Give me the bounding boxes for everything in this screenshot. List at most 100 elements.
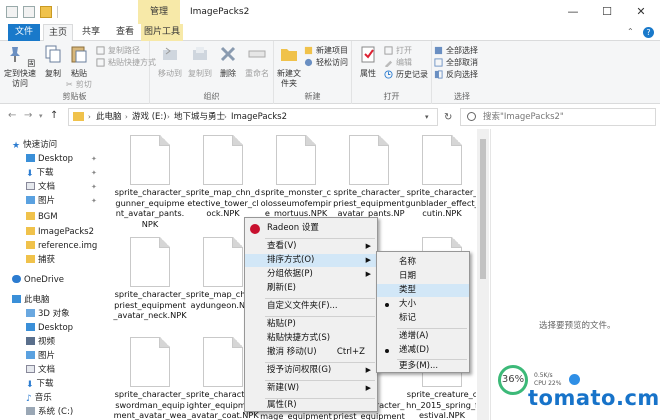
copy-button[interactable]: 复制: [40, 44, 66, 79]
tab-share[interactable]: 共享: [76, 24, 106, 41]
tab-home[interactable]: 主页: [43, 24, 73, 41]
properties-button[interactable]: 属性: [356, 44, 380, 79]
file-thumbnail[interactable]: [189, 133, 257, 185]
collapse-ribbon-icon[interactable]: ⌃: [627, 27, 636, 36]
sort-by-name[interactable]: 名称: [377, 256, 469, 269]
nav-reference-img[interactable]: reference.img: [26, 240, 97, 253]
menu-item-undo-move[interactable]: 撤消 移动(U) Ctrl+Z: [245, 346, 377, 359]
file-thumbnail[interactable]: [262, 133, 330, 185]
nav-system-drive[interactable]: 系统 (C:): [26, 406, 73, 419]
sort-by-type[interactable]: 类型: [377, 284, 469, 297]
select-all-button[interactable]: 全部选择: [434, 45, 478, 56]
forward-arrow-icon[interactable]: →: [24, 110, 32, 121]
nav-this-pc[interactable]: 此电脑: [12, 294, 50, 307]
breadcrumb-drive[interactable]: 游戏 (E:): [132, 109, 167, 125]
up-arrow-icon[interactable]: ↑: [50, 110, 58, 121]
nav-pc-documents[interactable]: 文档: [26, 364, 55, 377]
menu-item-paste[interactable]: 粘贴(P): [245, 318, 377, 331]
open-button[interactable]: 打开: [384, 45, 412, 56]
select-none-button[interactable]: 全部取消: [434, 57, 478, 68]
back-arrow-icon[interactable]: ←: [8, 110, 16, 121]
file-thumbnail[interactable]: [335, 133, 403, 185]
search-input[interactable]: 搜索"ImagePacks2": [460, 108, 656, 126]
manage-context-tab[interactable]: 管理: [138, 0, 180, 24]
performance-meter[interactable]: 36%: [498, 365, 528, 395]
address-bar[interactable]: › 此电脑 › 游戏 (E:) › 地下城与勇士 › ImagePacks2 ▾: [68, 108, 438, 126]
menu-item-radeon-settings[interactable]: Radeon 设置: [245, 222, 377, 235]
sort-by-date[interactable]: 日期: [377, 270, 469, 283]
nav-quick-access[interactable]: ★ 快速访问: [12, 139, 57, 152]
nav-bgm[interactable]: BGM: [26, 211, 58, 224]
address-dropdown-icon[interactable]: ▾: [425, 109, 429, 125]
help-icon[interactable]: ?: [643, 27, 654, 38]
nav-videos[interactable]: 视频: [26, 336, 55, 349]
pin-quick-access-button[interactable]: 固定到快速访问: [4, 44, 36, 89]
new-folder-quick-icon[interactable]: [40, 6, 52, 18]
sort-by-tags[interactable]: 标记: [377, 312, 469, 325]
cut-button[interactable]: ✂ 剪切: [66, 79, 92, 90]
history-button[interactable]: 历史记录: [384, 69, 428, 80]
recent-locations-icon[interactable]: ▾: [39, 112, 43, 120]
nav-pc-pictures[interactable]: 图片: [26, 350, 55, 363]
nav-pictures[interactable]: 图片: [26, 195, 55, 208]
sort-ascending[interactable]: 递增(A): [377, 330, 469, 343]
tab-picture-tools[interactable]: 图片工具: [141, 24, 183, 41]
file-name[interactable]: sprite_map_chn_detective_tower_clock.NPK: [186, 187, 260, 219]
copy-to-button[interactable]: 复制到: [188, 44, 212, 79]
menu-item-give-access[interactable]: 授予访问权限(G) ▶: [245, 364, 377, 377]
file-name[interactable]: sprite_character_priest_equipment_avatar…: [113, 289, 187, 321]
menu-item-paste-shortcut[interactable]: 粘贴快捷方式(S): [245, 332, 377, 345]
nav-capture[interactable]: 捕获: [26, 254, 55, 267]
delete-button[interactable]: 删除: [216, 44, 240, 79]
properties-quick-icon[interactable]: [6, 6, 18, 18]
close-button[interactable]: ✕: [626, 0, 656, 24]
file-thumbnail[interactable]: [116, 133, 184, 185]
nav-imagepacks2[interactable]: ImagePacks2: [26, 226, 94, 239]
file-thumbnail[interactable]: [408, 133, 476, 185]
tab-view[interactable]: 查看: [110, 24, 140, 41]
maximize-button[interactable]: ☐: [592, 0, 622, 24]
breadcrumb-this-pc[interactable]: 此电脑: [96, 109, 122, 125]
copy-path-button[interactable]: 复制路径: [96, 45, 140, 56]
nav-downloads[interactable]: ⬇ 下载: [26, 167, 54, 180]
file-name[interactable]: sprite_character_gunblader_effect_cutin.…: [405, 187, 476, 219]
file-thumbnail[interactable]: [116, 235, 184, 287]
easy-access-button[interactable]: 轻松访问: [304, 57, 348, 68]
menu-item-sort-by[interactable]: 排序方式(O) ▶: [245, 254, 377, 267]
minimize-button[interactable]: —: [558, 0, 588, 24]
scrollbar-thumb[interactable]: [480, 139, 486, 279]
menu-item-view[interactable]: 查看(V) ▶: [245, 240, 377, 253]
rename-button[interactable]: 重命名: [244, 44, 270, 79]
file-name[interactable]: sprite_creature_chn_2015_spring_festival…: [405, 389, 476, 420]
new-item-button[interactable]: 新建项目: [304, 45, 348, 56]
menu-item-properties[interactable]: 属性(R): [245, 399, 377, 412]
nav-music[interactable]: ♪ 音乐: [26, 392, 52, 405]
tab-file[interactable]: 文件: [8, 24, 40, 41]
menu-item-new[interactable]: 新建(W) ▶: [245, 382, 377, 395]
nav-3d-objects[interactable]: 3D 对象: [26, 308, 70, 321]
nav-onedrive[interactable]: OneDrive: [12, 274, 64, 287]
new-folder-button[interactable]: 新建文件夹: [276, 44, 302, 89]
nav-desktop[interactable]: Desktop: [26, 153, 73, 166]
checkmark-quick-icon[interactable]: [23, 6, 35, 18]
file-thumbnail[interactable]: [116, 335, 184, 387]
sort-descending[interactable]: 递减(D): [377, 344, 469, 357]
refresh-icon[interactable]: ↻: [444, 112, 452, 123]
breadcrumb-game[interactable]: 地下城与勇士: [174, 109, 225, 125]
move-to-button[interactable]: 移动到: [158, 44, 182, 79]
paste-button[interactable]: 粘贴: [66, 44, 92, 79]
sort-more[interactable]: 更多(M)...: [377, 360, 469, 373]
paste-shortcut-button[interactable]: 粘贴快捷方式: [96, 57, 156, 68]
file-name[interactable]: sprite_character_swordman_equipment_avat…: [113, 389, 187, 420]
menu-item-group-by[interactable]: 分组依据(P) ▶: [245, 268, 377, 281]
nav-documents[interactable]: 文档: [26, 181, 55, 194]
breadcrumb-current[interactable]: ImagePacks2: [231, 109, 287, 125]
nav-pc-downloads[interactable]: ⬇ 下载: [26, 378, 54, 391]
nav-pc-desktop[interactable]: Desktop: [26, 322, 73, 335]
menu-item-refresh[interactable]: 刷新(E): [245, 282, 377, 295]
sort-by-size[interactable]: 大小: [377, 298, 469, 311]
invert-selection-button[interactable]: 反向选择: [434, 69, 478, 80]
edit-button[interactable]: 编辑: [384, 57, 412, 68]
vertical-scrollbar[interactable]: [477, 129, 489, 420]
file-name[interactable]: sprite_character_gunner_equipment_avatar…: [113, 187, 187, 229]
